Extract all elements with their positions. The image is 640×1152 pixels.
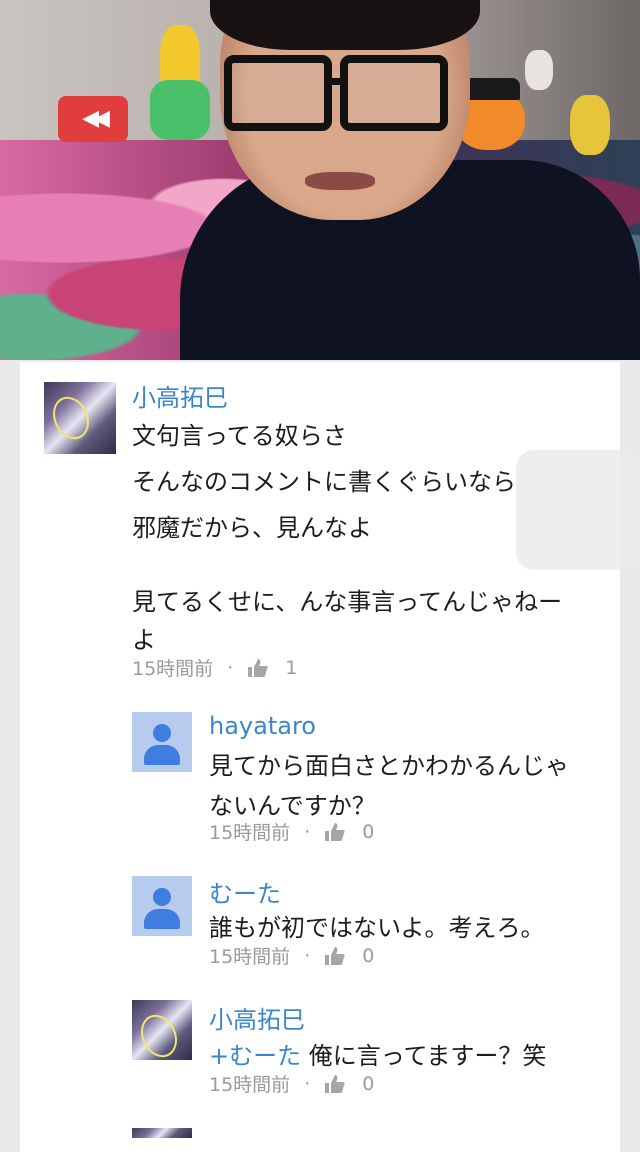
reply-comment: hayataro 見てから面白さとかわかるんじゃ ないんですか？ 15時間前 ·… xyxy=(20,702,620,852)
video-person xyxy=(180,0,640,360)
person-mouth xyxy=(305,172,375,190)
comment-time: 15時間前 xyxy=(209,946,291,968)
comment-meta: 15時間前 · 1 xyxy=(132,654,297,681)
meta-separator: · xyxy=(304,820,311,843)
avatar[interactable] xyxy=(44,382,116,454)
meta-separator: · xyxy=(304,944,311,967)
like-count: 1 xyxy=(285,656,298,679)
comment-time: 15時間前 xyxy=(209,1074,291,1096)
rewind-icon: ◀◀ xyxy=(58,96,128,142)
comment-time: 15時間前 xyxy=(209,822,291,844)
comment-text-line: 誰もが初ではないよ。考えろ。 xyxy=(209,914,545,942)
avatar-photo-detail xyxy=(134,1008,184,1060)
thumbs-up-icon[interactable] xyxy=(247,658,269,678)
person-glasses-bridge xyxy=(324,78,342,85)
comment-author[interactable]: 小高拓巳 xyxy=(209,1000,305,1035)
thumbs-up-icon[interactable] xyxy=(324,1074,346,1094)
reply-comment: むーた 誰もが初ではないよ。考えろ。 15時間前 · 0 xyxy=(20,866,620,976)
mention-link[interactable]: +むーた xyxy=(209,1042,301,1070)
comment-text-line: 見てるくせに、んな事言ってんじゃねー xyxy=(132,588,563,616)
comment-meta: 15時間前 · 0 xyxy=(209,942,374,969)
avatar[interactable] xyxy=(132,876,192,936)
comment-text-line: 文句言ってる奴らさ xyxy=(132,422,347,450)
avatar-photo-detail xyxy=(46,390,96,446)
thumbs-up-icon[interactable] xyxy=(324,946,346,966)
person-icon-head xyxy=(153,888,171,906)
avatar[interactable] xyxy=(132,1000,192,1060)
comment-text-line: +むーた 俺に言ってますー？笑 xyxy=(209,1036,546,1071)
comment-text-line: 邪魔だから、見んなよ xyxy=(132,514,372,542)
like-count: 0 xyxy=(362,820,375,843)
like-count: 0 xyxy=(362,944,375,967)
comment-text-line: よ xyxy=(132,626,156,654)
person-hair xyxy=(210,0,480,50)
meta-separator: · xyxy=(304,1072,311,1095)
thumbs-up-icon[interactable] xyxy=(324,822,346,842)
avatar[interactable] xyxy=(132,712,192,772)
comment-text-line: ないんですか？ xyxy=(209,792,376,820)
comment-author[interactable]: 小高拓巳 xyxy=(132,378,228,413)
comment-text-line: 見てから面白さとかわかるんじゃ xyxy=(209,752,569,780)
comment-meta: 15時間前 · 0 xyxy=(209,818,374,845)
comment-author[interactable]: むーた xyxy=(209,874,281,909)
comment-text-line: そんなのコメントに書くぐらいなら xyxy=(132,468,516,496)
video-player[interactable]: ◀◀ xyxy=(0,0,640,360)
floating-overlay-button[interactable] xyxy=(516,450,640,570)
person-icon-body xyxy=(144,745,180,765)
comment-author[interactable]: hayataro xyxy=(209,712,316,740)
like-count: 0 xyxy=(362,1072,375,1095)
person-icon-head xyxy=(153,724,171,742)
person-glasses xyxy=(224,55,332,131)
comment-text: 俺に言ってますー？笑 xyxy=(308,1042,547,1070)
rewind-glyph: ◀◀ xyxy=(82,106,110,131)
person-icon-body xyxy=(144,909,180,929)
person-glasses xyxy=(340,55,448,131)
avatar[interactable] xyxy=(132,1128,192,1138)
reply-comment: 小高拓巳 +むーた 俺に言ってますー？笑 15時間前 · 0 xyxy=(20,994,620,1114)
meta-separator: · xyxy=(227,656,234,679)
comment-meta: 15時間前 · 0 xyxy=(209,1070,374,1097)
comment-time: 15時間前 xyxy=(132,658,214,680)
